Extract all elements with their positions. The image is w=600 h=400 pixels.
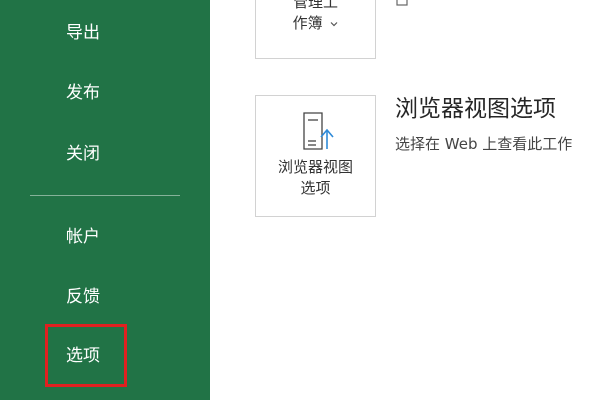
manage-workbook-label-line2: 作簿 <box>292 14 323 32</box>
sidebar-item-feedback[interactable]: 反馈 <box>66 287 100 307</box>
sidebar-item-export[interactable]: 导出 <box>66 23 100 43</box>
backstage-sidebar: 导出 发布 关闭 帐户 反馈 选项 <box>0 0 210 400</box>
manage-workbook-label-line1: 管理工 <box>292 0 338 11</box>
sidebar-item-account[interactable]: 帐户 <box>66 227 100 247</box>
browser-view-tile-label: 浏览器视图 选项 <box>256 157 375 199</box>
options-highlight-box <box>45 324 127 387</box>
chevron-down-icon <box>330 21 338 26</box>
browser-view-tile-line1: 浏览器视图 <box>277 158 353 176</box>
sidebar-item-close[interactable]: 关闭 <box>66 144 100 164</box>
sidebar-item-publish[interactable]: 发布 <box>66 83 100 103</box>
main-panel: 管理工 作簿 浏览器视图 选项 浏览器视图选项 选择在 Web 上查看此工作 <box>210 0 600 400</box>
browser-view-options-button[interactable]: 浏览器视图 选项 <box>255 95 376 217</box>
document-icon <box>396 0 408 6</box>
browser-view-title: 浏览器视图选项 <box>395 96 556 122</box>
sidebar-divider <box>30 195 180 196</box>
manage-workbook-button[interactable]: 管理工 作簿 <box>255 0 376 59</box>
manage-workbook-label: 管理工 作簿 <box>256 0 375 34</box>
browser-view-tile-line2: 选项 <box>300 179 331 197</box>
browser-view-icon <box>303 112 334 150</box>
browser-view-description: 选择在 Web 上查看此工作 <box>395 135 573 153</box>
